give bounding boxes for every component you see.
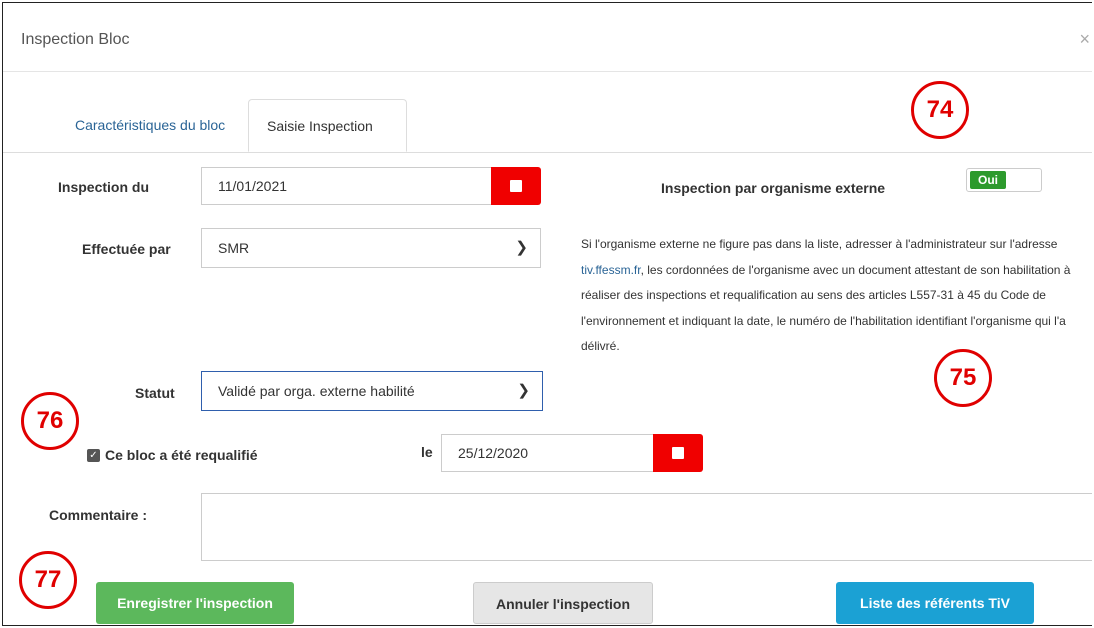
callout-badge-76: 76 — [21, 392, 79, 450]
calendar-icon — [510, 180, 522, 192]
info-text-1: Si l'organisme externe ne figure pas dan… — [581, 237, 1058, 251]
external-org-toggle[interactable]: Oui — [966, 168, 1042, 192]
inspection-date-label: Inspection du — [58, 179, 149, 195]
status-label: Statut — [135, 385, 175, 401]
requalified-label: Ce bloc a été requalifié — [105, 447, 258, 463]
performed-by-value: SMR — [218, 240, 250, 256]
requalified-date-calendar-button[interactable] — [653, 434, 703, 472]
requalified-date-prefix: le — [421, 444, 433, 460]
tab-caracteristiques[interactable]: Caractéristiques du bloc — [57, 99, 243, 152]
dialog: Inspection Bloc × Caractéristiques du bl… — [2, 2, 1092, 626]
status-select[interactable]: Validé par orga. externe habilité ❯ — [201, 371, 543, 411]
requalified-date-input[interactable]: 25/12/2020 — [441, 434, 655, 472]
performed-by-label: Effectuée par — [82, 241, 171, 257]
info-text-2: , les cordonnées de l'organisme avec un … — [581, 262, 1071, 354]
dialog-header: Inspection Bloc × — [3, 3, 1092, 72]
performed-by-select[interactable]: SMR ❯ — [201, 228, 541, 268]
tiv-referents-button[interactable]: Liste des référents TiV — [836, 582, 1034, 624]
calendar-icon — [672, 447, 684, 459]
comment-textarea[interactable] — [201, 493, 1092, 561]
external-org-info: Si l'organisme externe ne figure pas dan… — [581, 232, 1092, 360]
close-icon[interactable]: × — [1079, 29, 1090, 50]
callout-badge-75: 75 — [934, 349, 992, 407]
cancel-inspection-button[interactable]: Annuler l'inspection — [473, 582, 653, 624]
chevron-down-icon: ❯ — [517, 382, 530, 399]
chevron-down-icon: ❯ — [515, 239, 528, 256]
inspection-date-calendar-button[interactable] — [491, 167, 541, 205]
save-inspection-button[interactable]: Enregistrer l'inspection — [96, 582, 294, 624]
status-value: Validé par orga. externe habilité — [218, 383, 415, 399]
callout-badge-77: 77 — [19, 551, 77, 609]
callout-badge-74: 74 — [911, 81, 969, 139]
tab-saisie-inspection[interactable]: Saisie Inspection — [248, 99, 407, 152]
dialog-title: Inspection Bloc — [21, 31, 130, 48]
comment-label: Commentaire : — [49, 507, 148, 523]
requalified-checkbox[interactable]: ✓ — [87, 449, 100, 462]
tiv-link[interactable]: tiv.ffessm.fr — [581, 263, 641, 277]
inspection-date-input[interactable]: 11/01/2021 — [201, 167, 493, 205]
external-org-label: Inspection par organisme externe — [661, 180, 886, 196]
toggle-on-label: Oui — [970, 171, 1006, 189]
